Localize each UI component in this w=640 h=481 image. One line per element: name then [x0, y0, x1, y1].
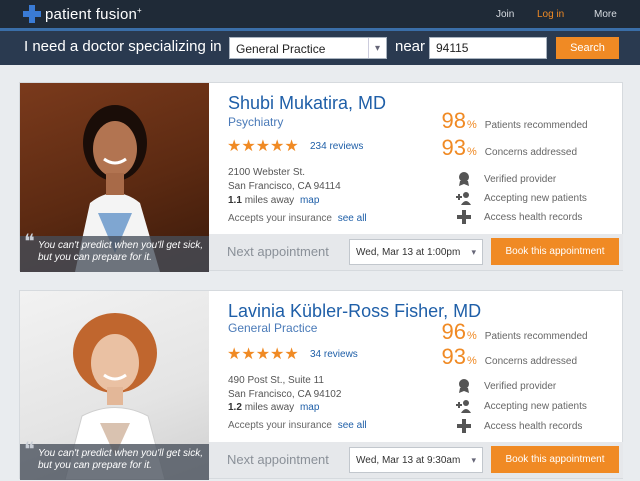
add-patient-icon: [456, 398, 472, 414]
login-link[interactable]: Log in: [537, 9, 564, 20]
feature-label: Verified provider: [484, 380, 557, 392]
stat-recommended: 96 % Patients recommended: [436, 319, 588, 345]
address-line-2: San Francisco, CA 94114: [228, 181, 341, 192]
search-bar: I need a doctor specializing in General …: [0, 28, 640, 65]
chevron-down-icon: ▾: [471, 247, 476, 257]
brand-name: patient fusion+: [45, 5, 142, 23]
star-rating: ★★★★★: [227, 138, 299, 155]
reviews-link[interactable]: 34 reviews: [310, 349, 358, 360]
appointment-select[interactable]: Wed, Mar 13 at 1:00pm ▾: [349, 239, 483, 265]
insurance: Accepts your insurance see all: [228, 420, 367, 431]
stat-percent: %: [467, 146, 477, 158]
stat-percent: %: [467, 119, 477, 131]
zip-input[interactable]: [429, 37, 547, 59]
distance-value: 1.1: [228, 195, 242, 206]
quote-icon: ❝: [24, 439, 35, 461]
see-all-link[interactable]: see all: [338, 213, 367, 224]
stat-value: 93: [441, 344, 466, 369]
map-link[interactable]: map: [300, 195, 319, 206]
next-appointment-label: Next appointment: [227, 244, 329, 259]
stat-label: Concerns addressed: [484, 147, 578, 158]
address: 2100 Webster St. San Francisco, CA 94114: [228, 166, 341, 194]
stat-value: 93: [441, 135, 466, 160]
feature-label: Accepting new patients: [484, 192, 587, 204]
search-prefix-label: I need a doctor specializing in: [24, 38, 222, 55]
feature-verified: Verified provider: [456, 171, 556, 187]
feature-label: Access health records: [484, 420, 583, 432]
distance-suffix: miles away: [244, 195, 295, 206]
appointment-value: Wed, Mar 13 at 9:30am: [356, 455, 461, 466]
stat-value: 96: [441, 319, 466, 344]
health-record-icon: [456, 418, 472, 434]
feature-accepting: Accepting new patients: [456, 190, 587, 206]
insurance: Accepts your insurance see all: [228, 213, 367, 224]
doctor-specialty: Psychiatry: [228, 115, 284, 129]
appointment-bar: Next appointment Wed, Mar 13 at 1:00pm ▾…: [209, 234, 623, 270]
search-button[interactable]: Search: [556, 37, 619, 59]
feature-verified: Verified provider: [456, 378, 556, 394]
stat-label: Concerns addressed: [484, 356, 578, 367]
map-link[interactable]: map: [300, 402, 319, 413]
stat-concerns: 93 % Concerns addressed: [436, 344, 578, 370]
address-line-2: San Francisco, CA 94102: [228, 389, 342, 400]
book-appointment-button[interactable]: Book this appointment: [491, 446, 619, 473]
address-line-1: 2100 Webster St.: [228, 167, 306, 178]
appointment-value: Wed, Mar 13 at 1:00pm: [356, 247, 461, 258]
quote-overlay: ❝ You can't predict when you'll get sick…: [20, 231, 209, 272]
doctor-name[interactable]: Shubi Mukatira, MD: [228, 93, 386, 114]
address-line-1: 490 Post St., Suite 11: [228, 375, 324, 386]
badge-icon: [456, 171, 472, 187]
near-label: near: [395, 38, 426, 55]
distance: 1.1 miles away map: [228, 195, 319, 206]
next-appointment-label: Next appointment: [227, 452, 329, 467]
feature-records: Access health records: [456, 209, 582, 225]
distance-suffix: miles away: [244, 402, 295, 413]
cross-logo-icon: [22, 4, 42, 24]
feature-label: Verified provider: [484, 173, 557, 185]
doctor-card: ❝ You can't predict when you'll get sick…: [19, 290, 623, 480]
quote-text: You can't predict when you'll get sick, …: [38, 448, 204, 471]
appointment-select[interactable]: Wed, Mar 13 at 9:30am ▾: [349, 447, 483, 473]
doctor-photo[interactable]: ❝ You can't predict when you'll get sick…: [20, 83, 209, 272]
stat-concerns: 93 % Concerns addressed: [436, 135, 578, 161]
stat-label: Patients recommended: [484, 331, 588, 342]
join-link[interactable]: Join: [496, 9, 514, 20]
insurance-label: Accepts your insurance: [228, 420, 332, 431]
quote-text: You can't predict when you'll get sick, …: [38, 240, 204, 263]
stat-label: Patients recommended: [484, 120, 588, 131]
stat-percent: %: [467, 330, 477, 342]
doctor-specialty: General Practice: [228, 321, 318, 335]
feature-label: Accepting new patients: [484, 400, 587, 412]
insurance-label: Accepts your insurance: [228, 213, 332, 224]
stat-percent: %: [467, 355, 477, 367]
top-nav: patient fusion+ Join Log in More: [0, 0, 640, 28]
more-link[interactable]: More: [594, 9, 617, 20]
distance-value: 1.2: [228, 402, 242, 413]
chevron-down-icon: ▾: [368, 38, 386, 58]
brand-logo[interactable]: patient fusion+: [22, 4, 142, 24]
doctor-photo[interactable]: ❝ You can't predict when you'll get sick…: [20, 291, 209, 480]
add-patient-icon: [456, 190, 472, 206]
doctor-card: ❝ You can't predict when you'll get sick…: [19, 82, 623, 272]
book-appointment-button[interactable]: Book this appointment: [491, 238, 619, 265]
health-record-icon: [456, 209, 472, 225]
feature-label: Access health records: [484, 211, 583, 223]
quote-icon: ❝: [24, 231, 35, 253]
distance: 1.2 miles away map: [228, 402, 319, 413]
specialty-value: General Practice: [236, 42, 326, 56]
feature-records: Access health records: [456, 418, 582, 434]
chevron-down-icon: ▾: [471, 455, 476, 465]
star-rating: ★★★★★: [227, 346, 299, 363]
appointment-bar: Next appointment Wed, Mar 13 at 9:30am ▾…: [209, 442, 623, 478]
see-all-link[interactable]: see all: [338, 420, 367, 431]
stat-recommended: 98 % Patients recommended: [436, 108, 588, 134]
reviews-link[interactable]: 234 reviews: [310, 141, 363, 152]
stat-value: 98: [441, 108, 466, 133]
feature-accepting: Accepting new patients: [456, 398, 587, 414]
quote-overlay: ❝ You can't predict when you'll get sick…: [20, 439, 209, 480]
address: 490 Post St., Suite 11 San Francisco, CA…: [228, 374, 341, 402]
specialty-select[interactable]: General Practice ▾: [229, 37, 387, 59]
badge-icon: [456, 378, 472, 394]
